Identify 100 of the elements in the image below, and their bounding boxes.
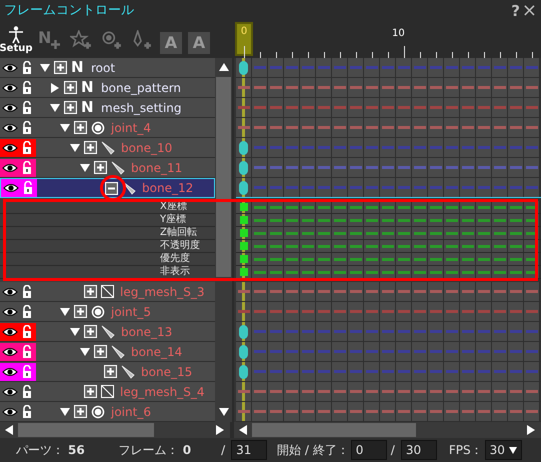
frame-label[interactable]: 10 (392, 22, 405, 41)
keyframe-square[interactable] (240, 203, 248, 211)
keyframe-square[interactable] (240, 216, 248, 224)
horizontal-scrollbar[interactable] (234, 422, 541, 438)
layer-row[interactable]: bone_10 (0, 138, 215, 158)
unlock-icon[interactable] (22, 324, 32, 338)
layer-row[interactable]: N bone_pattern (0, 78, 215, 98)
collapse-triangle-icon[interactable] (80, 162, 90, 172)
close-button[interactable]: × (522, 2, 537, 20)
layer-row[interactable]: N mesh_setting (0, 98, 215, 118)
unlock-icon[interactable] (22, 344, 32, 358)
eye-icon[interactable] (3, 183, 19, 193)
eye-icon[interactable] (2, 346, 18, 356)
unlock-icon[interactable] (22, 384, 32, 398)
plus-box-icon[interactable] (104, 365, 117, 378)
layer-row[interactable]: leg_mesh_S_3 (0, 282, 215, 302)
plus-box-icon[interactable] (54, 61, 67, 74)
eye-icon[interactable] (2, 326, 18, 336)
end-frame-field[interactable]: 30 (400, 440, 437, 460)
eye-icon[interactable] (2, 406, 18, 416)
layer-row[interactable]: bone_11 (0, 158, 215, 178)
unlock-icon[interactable] (22, 80, 32, 94)
collapse-triangle-icon[interactable] (70, 326, 80, 336)
unlock-icon[interactable] (22, 284, 32, 298)
eye-icon[interactable] (2, 386, 18, 396)
unlock-icon[interactable] (22, 100, 32, 114)
unlock-icon[interactable] (23, 181, 33, 195)
plus-box-icon[interactable] (64, 101, 77, 114)
plus-box-icon[interactable] (84, 285, 97, 298)
total-frames-field[interactable]: 31 (231, 440, 268, 460)
eye-icon[interactable] (2, 122, 18, 132)
help-button[interactable]: ? (511, 4, 520, 18)
plus-box-icon[interactable] (84, 141, 97, 154)
scroll-left-icon[interactable] (239, 425, 247, 435)
layer-row[interactable]: bone_14 (0, 342, 215, 362)
frame-label[interactable]: 0 (235, 22, 253, 56)
horizontal-scrollbar[interactable] (0, 422, 230, 438)
scrollbar-thumb[interactable] (216, 77, 231, 277)
plus-box-icon[interactable] (64, 81, 77, 94)
collapse-triangle-icon[interactable] (60, 406, 70, 416)
keyframe-marker[interactable] (239, 180, 248, 194)
plus-box-icon[interactable] (94, 345, 107, 358)
plus-box-icon[interactable] (74, 305, 87, 318)
eye-icon[interactable] (2, 366, 18, 376)
layer-row[interactable]: bone_15 (0, 362, 215, 382)
layer-row[interactable]: joint_6 (0, 402, 215, 422)
keyframe-marker[interactable] (239, 344, 248, 358)
layer-row[interactable]: N root (0, 58, 215, 78)
keyframe-marker[interactable] (239, 140, 248, 154)
collapse-triangle-icon[interactable] (70, 142, 80, 152)
minus-box-icon[interactable] (105, 182, 118, 194)
keyframe-marker[interactable] (239, 160, 248, 174)
eye-icon[interactable] (2, 306, 18, 316)
plus-box-icon[interactable] (94, 161, 107, 174)
scroll-right-icon[interactable] (216, 425, 224, 435)
eye-icon[interactable] (2, 62, 18, 72)
scroll-up-icon[interactable] (218, 63, 228, 71)
unlock-icon[interactable] (22, 160, 32, 174)
vertical-scrollbar[interactable] (215, 58, 232, 422)
setup-button[interactable]: Setup (0, 26, 32, 54)
keyframe-marker[interactable] (239, 364, 248, 378)
scroll-right-icon[interactable] (527, 425, 535, 435)
scroll-left-icon[interactable] (5, 425, 13, 435)
eye-icon[interactable] (2, 102, 18, 112)
keyframe-square[interactable] (240, 268, 248, 276)
layer-row[interactable]: leg_mesh_S_4 (0, 382, 215, 402)
keyframe-marker[interactable] (239, 324, 248, 338)
scrollbar-thumb[interactable] (18, 423, 154, 437)
plus-box-icon[interactable] (84, 385, 97, 398)
eye-icon[interactable] (2, 162, 18, 172)
unlock-icon[interactable] (22, 364, 32, 378)
keyframe-square[interactable] (240, 242, 248, 250)
keyframe-square[interactable] (240, 255, 248, 263)
collapse-triangle-icon[interactable] (50, 102, 60, 112)
collapse-triangle-icon[interactable] (40, 62, 50, 72)
eye-icon[interactable] (2, 142, 18, 152)
eye-icon[interactable] (2, 286, 18, 296)
unlock-icon[interactable] (22, 304, 32, 318)
layer-row[interactable]: joint_4 (0, 118, 215, 138)
collapse-triangle-icon[interactable] (80, 346, 90, 356)
plus-box-icon[interactable] (74, 405, 87, 418)
unlock-icon[interactable] (22, 140, 32, 154)
layer-row[interactable]: bone_13 (0, 322, 215, 342)
collapse-triangle-icon[interactable] (60, 306, 70, 316)
scroll-down-icon[interactable] (218, 408, 228, 416)
unlock-icon[interactable] (22, 60, 32, 74)
unlock-icon[interactable] (22, 120, 32, 134)
expand-triangle-icon[interactable] (50, 82, 60, 92)
unlock-icon[interactable] (22, 404, 32, 418)
keyframe-square[interactable] (240, 229, 248, 237)
keyframe-marker[interactable] (239, 60, 248, 74)
plus-box-icon[interactable] (74, 121, 87, 134)
eye-icon[interactable] (2, 82, 18, 92)
plus-box-icon[interactable] (84, 325, 97, 338)
fps-dropdown[interactable]: 30 (484, 440, 522, 460)
layer-row[interactable]: joint_5 (0, 302, 215, 322)
layer-row[interactable]: bone_12 (0, 178, 215, 198)
scrollbar-thumb[interactable] (252, 423, 416, 437)
collapse-triangle-icon[interactable] (60, 122, 70, 132)
start-frame-field[interactable]: 0 (350, 440, 387, 460)
